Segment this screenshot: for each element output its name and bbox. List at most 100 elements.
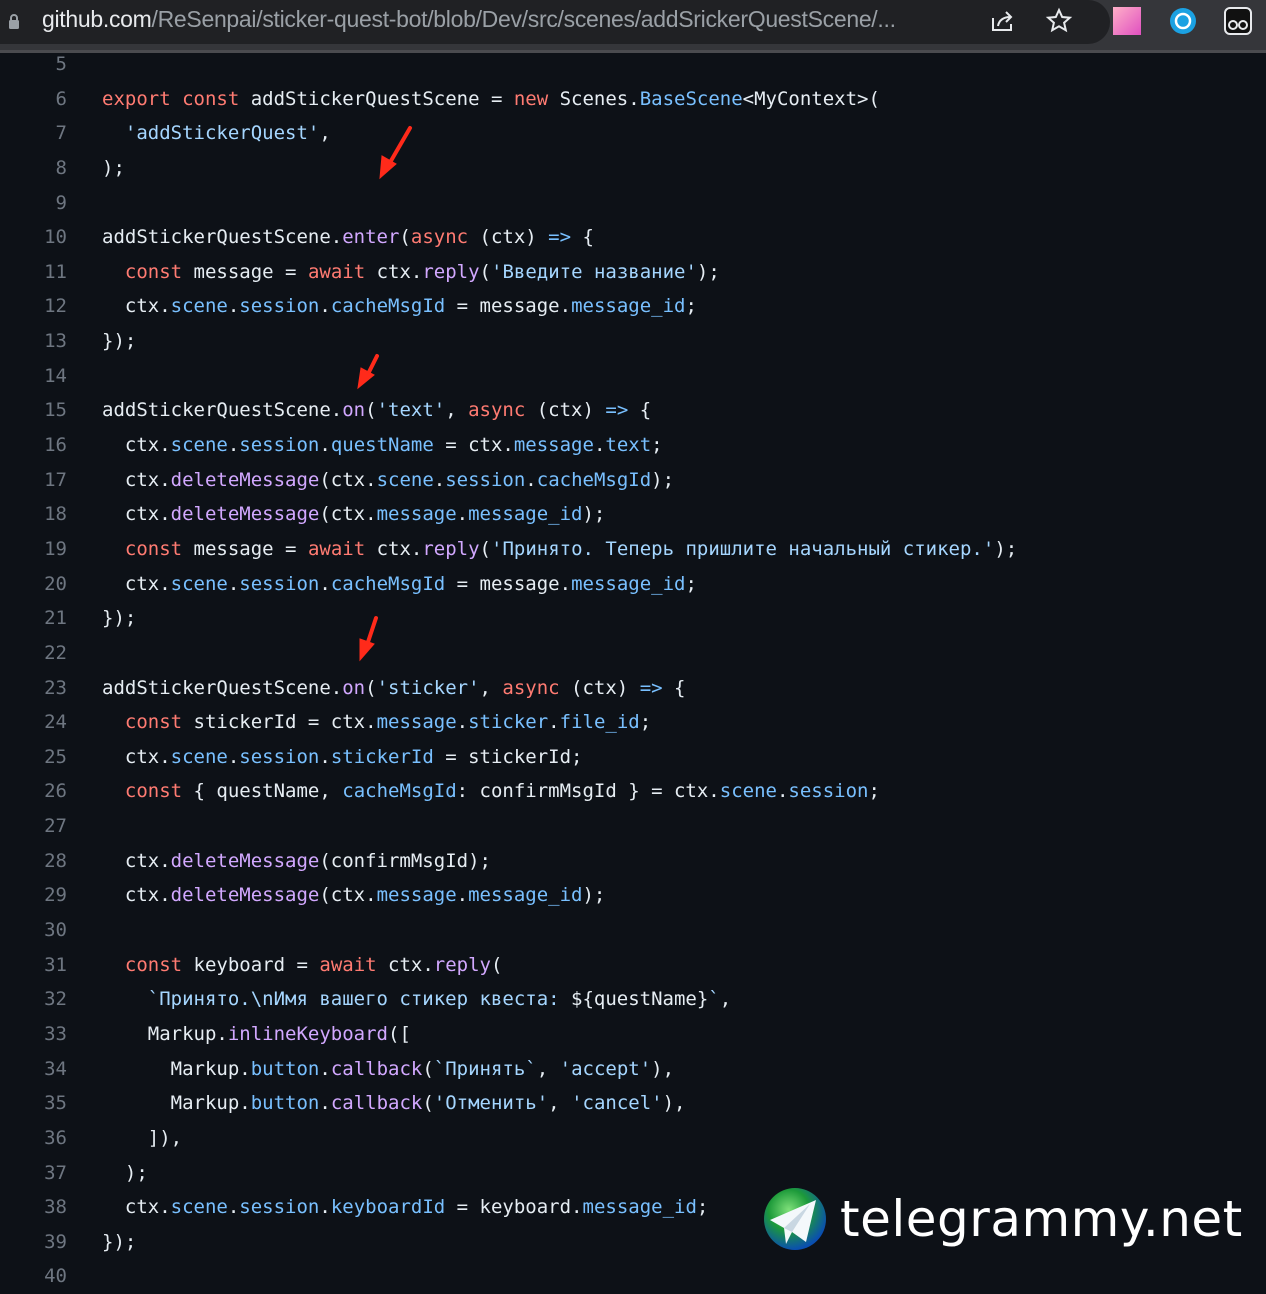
lock-icon[interactable] (8, 13, 20, 29)
code-text: = message. (445, 572, 572, 595)
code-text: (ctx. (319, 884, 377, 907)
line-number[interactable]: 12 (0, 289, 67, 324)
line-source: const { questName, cacheMsgId: confirmMs… (102, 774, 880, 809)
watermark: telegrammy.net (762, 1186, 1243, 1252)
line-number[interactable]: 40 (0, 1259, 67, 1294)
extension-mask-icon[interactable] (1223, 6, 1253, 36)
line-number[interactable]: 16 (0, 428, 67, 463)
line-number[interactable]: 29 (0, 878, 67, 913)
line-number[interactable]: 6 (0, 82, 67, 117)
code-line: 20 ctx.scene.session.cacheMsgId = messag… (0, 567, 1266, 602)
line-number[interactable]: 13 (0, 324, 67, 359)
line-number[interactable]: 26 (0, 774, 67, 809)
line-number[interactable]: 25 (0, 740, 67, 775)
url-text[interactable]: github.com/ReSenpai/sticker-quest-bot/bl… (42, 6, 896, 33)
code-text: ); (696, 260, 720, 283)
property-token: button (250, 1057, 320, 1080)
code-text: ); (582, 884, 606, 907)
line-number[interactable]: 20 (0, 567, 67, 602)
line-number[interactable]: 34 (0, 1052, 67, 1087)
code-line: 30 (0, 913, 1266, 948)
code-text: ); (582, 503, 606, 526)
line-source: Markup.inlineKeyboard([ (102, 1017, 411, 1052)
line-number[interactable]: 14 (0, 359, 67, 394)
code-line: 34 Markup.button.callback(`Принять`, 'ac… (0, 1052, 1266, 1087)
line-source: 'addStickerQuest', (102, 116, 331, 151)
line-number[interactable]: 21 (0, 601, 67, 636)
code-line: 21}); (0, 601, 1266, 636)
property-token: cacheMsgId (330, 295, 446, 318)
code-text: ; (685, 572, 697, 595)
line-number[interactable]: 27 (0, 809, 67, 844)
code-text: message = (182, 260, 308, 283)
line-number[interactable]: 5 (0, 47, 67, 82)
line-number[interactable]: 22 (0, 636, 67, 671)
code-text: = stickerId; (433, 745, 583, 768)
line-number[interactable]: 33 (0, 1017, 67, 1052)
property-token: scene (170, 745, 228, 768)
line-source: ctx.deleteMessage(ctx.message.message_id… (102, 497, 606, 532)
extension-gradient-icon[interactable] (1113, 7, 1141, 35)
code-text: . (319, 1057, 331, 1080)
code-line: 5 (0, 47, 1266, 82)
line-number[interactable]: 37 (0, 1156, 67, 1191)
line-number[interactable]: 32 (0, 982, 67, 1017)
keyword-token: const (124, 780, 183, 803)
line-source: }); (102, 1225, 136, 1260)
code-text: ctx. (102, 1196, 171, 1219)
property-token: scene (170, 1196, 228, 1219)
extension-sync-icon[interactable] (1168, 6, 1198, 36)
line-number[interactable]: 8 (0, 151, 67, 186)
keyword-token: export (102, 87, 171, 110)
line-number[interactable]: 31 (0, 948, 67, 983)
line-source: addStickerQuestScene.on('text', async (c… (102, 393, 651, 428)
code-text: . (227, 295, 240, 318)
code-text: { (571, 226, 594, 249)
keyword-token: new (513, 87, 549, 110)
line-number[interactable]: 23 (0, 671, 67, 706)
property-token: session (239, 1196, 320, 1219)
code-text: message = (182, 537, 308, 560)
line-number[interactable]: 39 (0, 1225, 67, 1260)
line-number[interactable]: 30 (0, 913, 67, 948)
line-number[interactable]: 15 (0, 393, 67, 428)
property-token: => (605, 399, 629, 422)
line-number[interactable]: 38 (0, 1190, 67, 1225)
line-number[interactable]: 19 (0, 532, 67, 567)
address-bar[interactable]: github.com/ReSenpai/sticker-quest-bot/bl… (0, 0, 1110, 44)
line-number[interactable]: 35 (0, 1086, 67, 1121)
code-text: Markup. (102, 1057, 251, 1080)
line-number[interactable]: 28 (0, 844, 67, 879)
line-number[interactable]: 36 (0, 1121, 67, 1156)
code-text: . (456, 711, 469, 734)
property-token: message (513, 434, 594, 457)
code-text: ; (696, 1196, 709, 1219)
code-line: 8); (0, 151, 1266, 186)
code-text: . (433, 468, 446, 491)
property-token: session (239, 295, 320, 318)
line-source: ctx.scene.session.questName = ctx.messag… (102, 428, 663, 463)
property-token: message (376, 711, 457, 734)
code-text: ; (639, 711, 652, 734)
function-token: enter (342, 226, 400, 249)
code-text: { (628, 399, 652, 422)
code-text: (ctx) (468, 226, 549, 249)
line-number[interactable]: 11 (0, 255, 67, 290)
code-text: (ctx. (319, 503, 377, 526)
line-number[interactable]: 18 (0, 497, 67, 532)
property-token: cacheMsgId (342, 780, 457, 803)
line-number[interactable]: 9 (0, 186, 67, 221)
share-icon[interactable] (988, 6, 1018, 36)
line-number[interactable]: 17 (0, 463, 67, 498)
line-number[interactable]: 24 (0, 705, 67, 740)
code-text: ), (662, 1092, 686, 1115)
code-line: 36 ]), (0, 1121, 1266, 1156)
code-text: , (445, 399, 469, 422)
code-line: 16 ctx.scene.session.questName = ctx.mes… (0, 428, 1266, 463)
line-number[interactable]: 7 (0, 116, 67, 151)
property-token: sticker (468, 711, 549, 734)
star-icon[interactable] (1044, 6, 1074, 36)
line-number[interactable]: 10 (0, 220, 67, 255)
property-token: session (445, 468, 526, 491)
code-text: keyboard = (182, 953, 320, 976)
